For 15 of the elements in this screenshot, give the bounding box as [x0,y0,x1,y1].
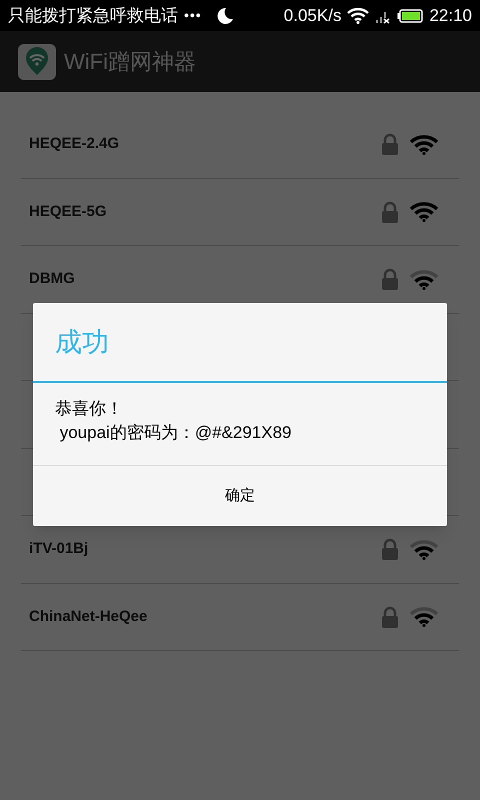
app-title: WiFi蹭网神器 [64,48,196,76]
network-row[interactable]: HEQEE-5G [21,178,459,246]
wifi-icon [347,7,370,24]
status-notice: 只能拨打紧急呼救电话 [8,4,178,27]
moon-icon [216,6,234,24]
dialog-message: youpai的密码为：@#&291X89 [58,422,292,444]
app-logo-icon [18,44,56,80]
battery-icon [397,8,424,22]
network-row[interactable]: HEQEE-2.4G [21,111,459,178]
notification-dots: ••• [184,6,202,25]
dialog-title: 成功 [55,326,109,359]
clock: 22:10 [429,4,472,27]
dialog-message: 恭喜你！ [55,398,124,420]
network-speed: 0.05K/s [284,4,342,27]
network-row[interactable]: ChinaNet-HeQee [21,584,459,651]
